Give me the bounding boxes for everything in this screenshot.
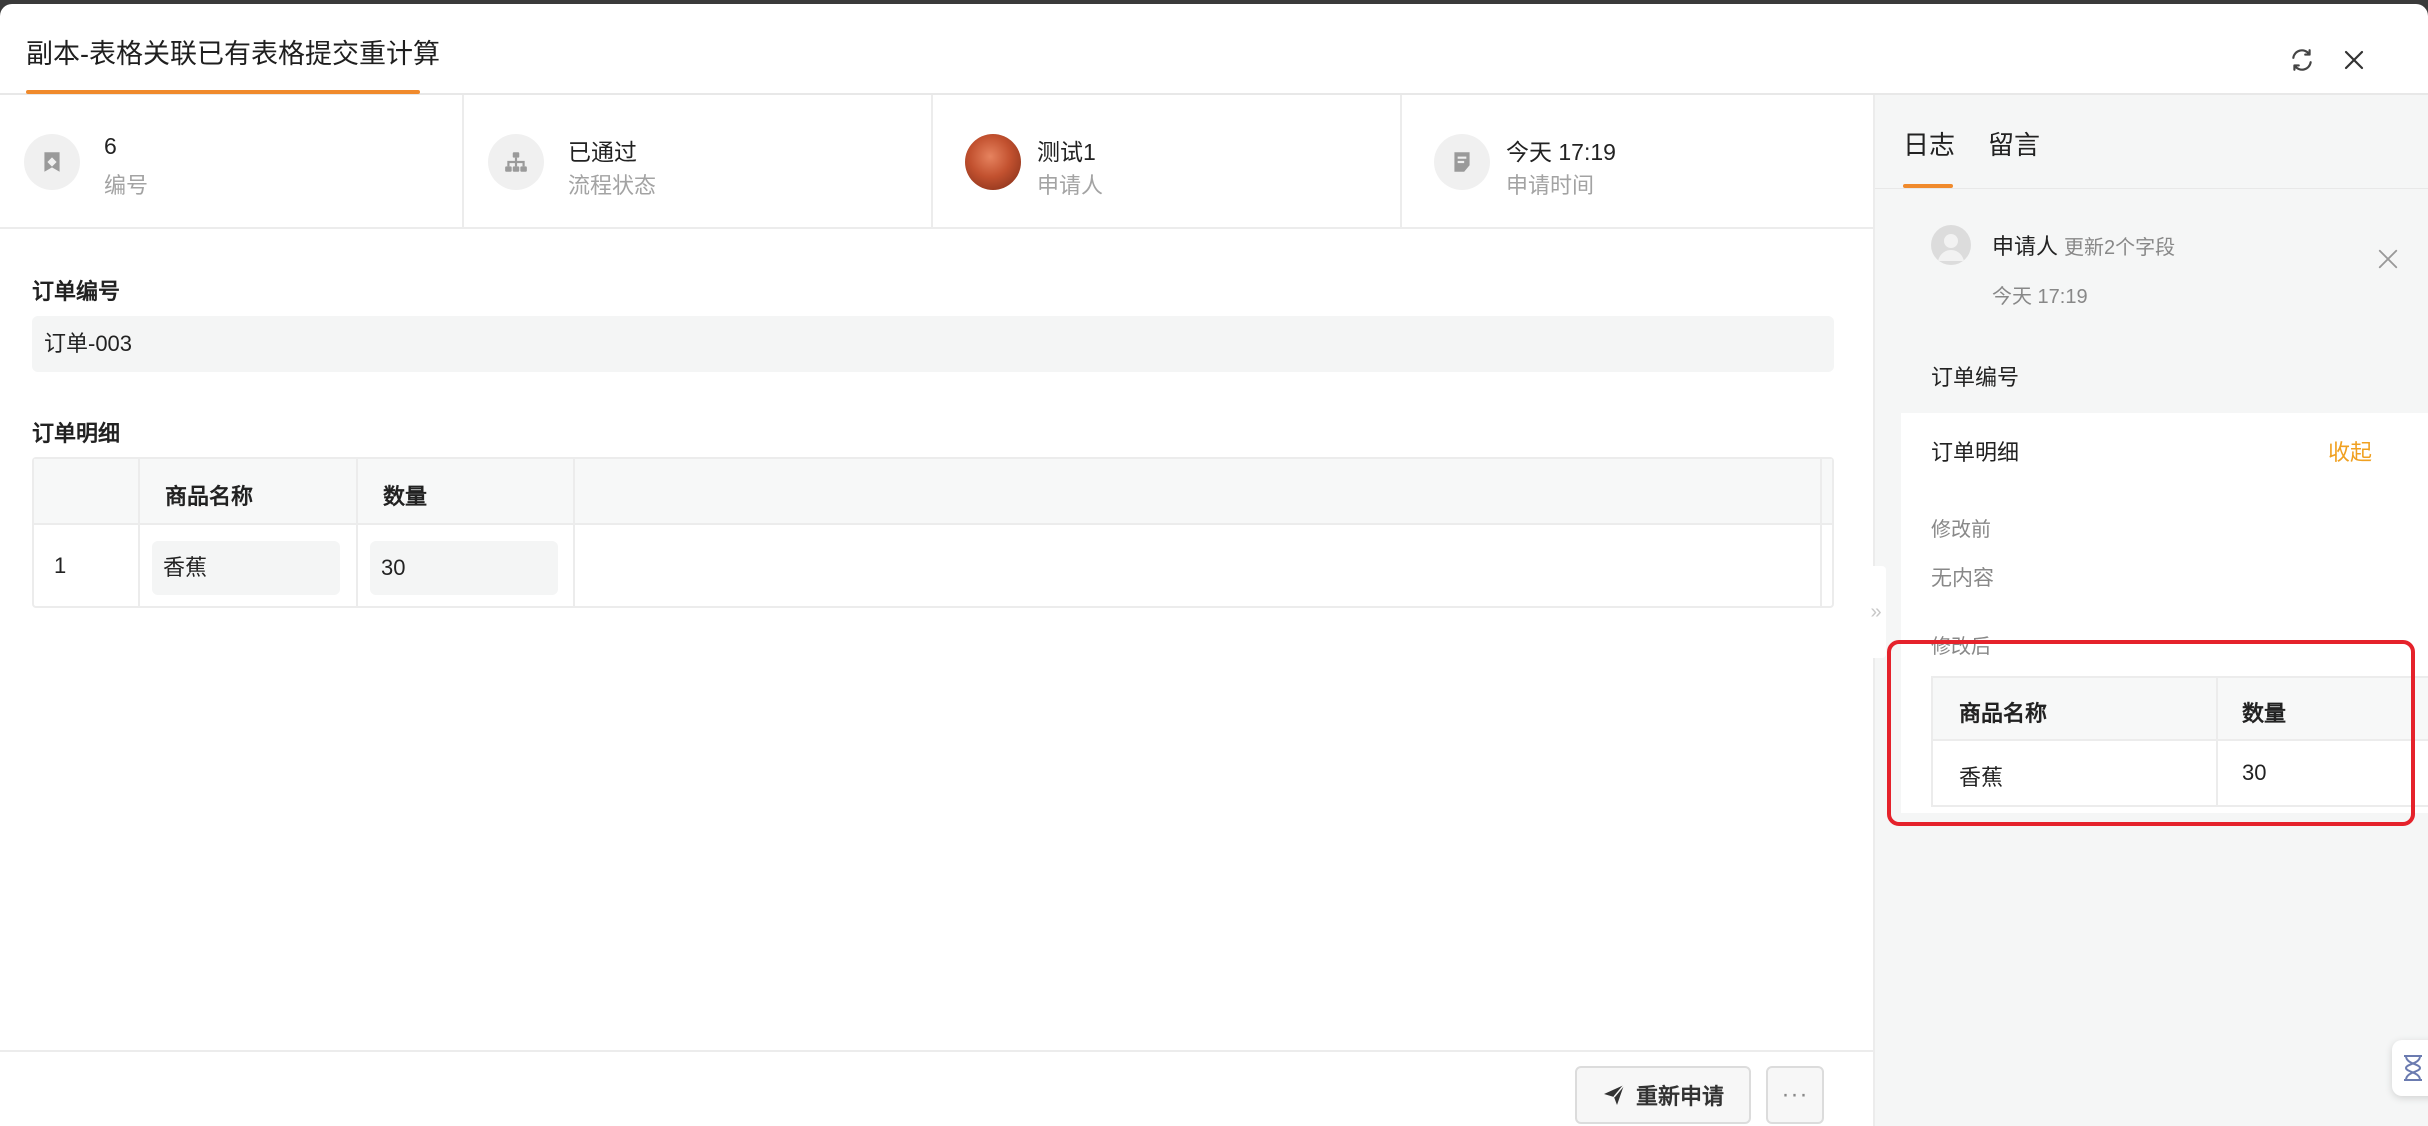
log-user-avatar bbox=[1931, 225, 1971, 265]
flow-status: 已通过 bbox=[568, 139, 637, 165]
column-header-product: 商品名称 bbox=[165, 484, 254, 509]
resubmit-label: 重新申请 bbox=[1635, 1084, 1724, 1109]
dialog-footer: 重新申请 ··· bbox=[0, 1050, 1873, 1126]
tab-log[interactable]: 日志 bbox=[1903, 125, 1955, 162]
table-header: 商品名称 数量 bbox=[34, 459, 1832, 525]
title-underline bbox=[26, 90, 420, 94]
column-divider bbox=[2216, 678, 2218, 805]
record-detail-dialog: 副本-表格关联已有表格提交重计算 6 编号 已通过 流程状态 测试1 申请人 今… bbox=[0, 4, 2428, 1126]
record-number: 6 bbox=[104, 133, 117, 159]
column-header-product: 商品名称 bbox=[1959, 701, 2048, 726]
log-detail-title: 订单明细 bbox=[1931, 440, 2020, 465]
avatar bbox=[965, 134, 1021, 190]
info-time: 今天 17:19 申请时间 bbox=[1402, 95, 1873, 229]
after-quantity-cell: 30 bbox=[2242, 760, 2267, 785]
record-number-label: 编号 bbox=[104, 173, 149, 198]
activity-panel: 日志 留言 申请人 更新2个字段 今天 17:19 订单编号 订单明细 收起 修… bbox=[1873, 95, 2428, 1126]
receipt-icon bbox=[1434, 134, 1490, 190]
before-label: 修改前 bbox=[1931, 519, 1991, 541]
order-number-field[interactable]: 订单-003 bbox=[32, 316, 1834, 372]
log-field-order-number: 订单编号 bbox=[1931, 365, 2020, 390]
info-applicant: 测试1 申请人 bbox=[933, 95, 1402, 229]
applicant-label: 申请人 bbox=[1037, 173, 1104, 198]
order-detail-table: 商品名称 数量 1 香蕉 30 bbox=[32, 457, 1834, 608]
floating-tool-button[interactable] bbox=[2392, 1040, 2428, 1096]
close-icon bbox=[2344, 50, 2364, 70]
collapse-link[interactable]: 收起 bbox=[2328, 435, 2372, 467]
column-divider bbox=[356, 459, 358, 606]
log-time: 今天 17:19 bbox=[1992, 286, 2088, 308]
row-index: 1 bbox=[54, 553, 67, 578]
panel-collapse-handle[interactable]: » bbox=[1866, 566, 1886, 658]
apply-time: 今天 17:19 bbox=[1506, 139, 1616, 165]
log-close-button[interactable] bbox=[2372, 243, 2404, 275]
column-header-quantity: 数量 bbox=[383, 484, 428, 509]
info-number: 6 编号 bbox=[0, 95, 464, 229]
after-product-cell: 香蕉 bbox=[1959, 765, 2004, 790]
after-label: 修改后 bbox=[1931, 636, 1991, 658]
log-user-name: 申请人 bbox=[1992, 234, 2059, 259]
refresh-button[interactable] bbox=[2286, 44, 2318, 76]
order-detail-label: 订单明细 bbox=[32, 421, 121, 446]
table-header: 商品名称 数量 bbox=[1933, 678, 2428, 741]
more-button[interactable]: ··· bbox=[1766, 1066, 1824, 1124]
send-icon bbox=[1603, 1084, 1625, 1105]
close-button[interactable] bbox=[2338, 44, 2370, 76]
flow-status-label: 流程状态 bbox=[568, 173, 657, 198]
page-title: 副本-表格关联已有表格提交重计算 bbox=[26, 39, 440, 69]
order-number-label: 订单编号 bbox=[32, 279, 121, 304]
tab-comments[interactable]: 留言 bbox=[1988, 125, 2040, 162]
refresh-icon bbox=[2292, 49, 2312, 71]
resubmit-button[interactable]: 重新申请 bbox=[1575, 1066, 1751, 1124]
close-icon bbox=[2378, 249, 2398, 269]
after-table: 商品名称 数量 香蕉 30 bbox=[1931, 676, 2428, 807]
tag-icon bbox=[24, 134, 80, 190]
column-divider bbox=[138, 459, 140, 606]
before-value: 无内容 bbox=[1931, 567, 1994, 590]
column-header-quantity: 数量 bbox=[2242, 701, 2287, 726]
log-action-text: 更新2个字段 bbox=[2064, 237, 2176, 259]
hourglass-icon bbox=[2404, 1055, 2422, 1081]
column-divider bbox=[573, 459, 575, 606]
flow-icon bbox=[488, 134, 544, 190]
dialog-header: 副本-表格关联已有表格提交重计算 bbox=[0, 4, 2428, 95]
divider bbox=[1875, 188, 2428, 189]
column-divider bbox=[1820, 459, 1822, 606]
product-name-cell[interactable]: 香蕉 bbox=[152, 541, 340, 595]
info-strip: 6 编号 已通过 流程状态 测试1 申请人 今天 17:19 申请时间 bbox=[0, 95, 1873, 229]
applicant-name: 测试1 bbox=[1037, 139, 1096, 165]
apply-time-label: 申请时间 bbox=[1506, 173, 1595, 198]
info-status: 已通过 流程状态 bbox=[464, 95, 933, 229]
quantity-cell[interactable]: 30 bbox=[370, 541, 558, 595]
